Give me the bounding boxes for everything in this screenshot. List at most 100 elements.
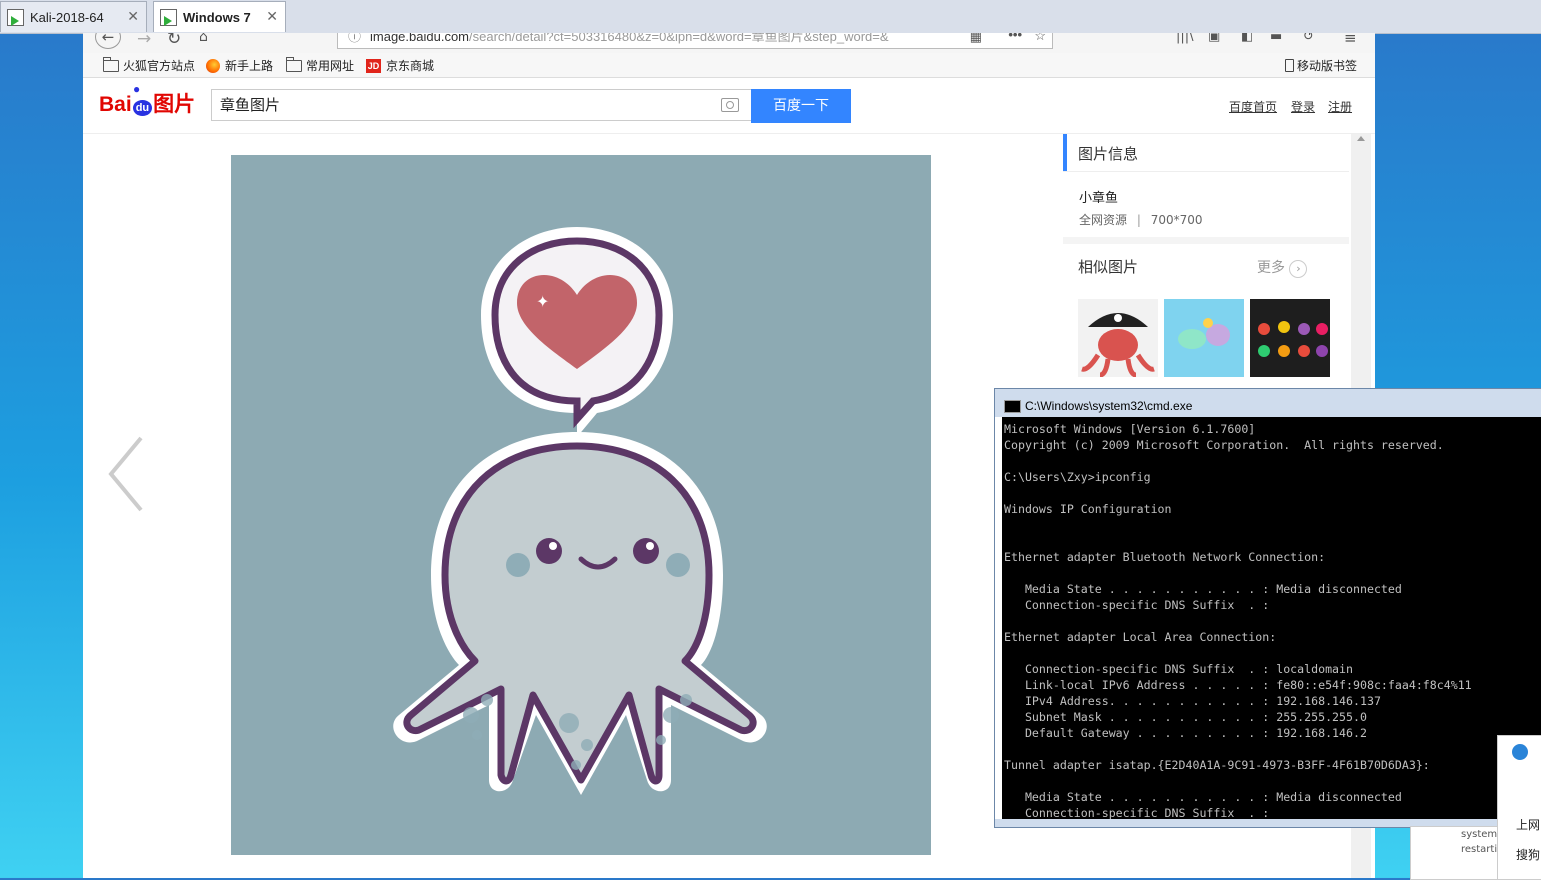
star-icon[interactable]: ☆	[1034, 33, 1046, 44]
paw-icon: ●	[133, 82, 141, 96]
bookmark-label: 京东商城	[386, 59, 435, 73]
console-line: IPv4 Address. . . . . . . . . . . : 192.…	[1004, 694, 1381, 708]
thumb-art	[1258, 321, 1328, 357]
console-output[interactable]: Microsoft Windows [Version 6.1.7600] Copy…	[1002, 417, 1541, 821]
more-label: 更多	[1257, 260, 1285, 276]
cmd-title: C:\Windows\system32\cmd.exe	[1025, 399, 1193, 413]
image-size: 700*700	[1150, 213, 1203, 227]
reload-button[interactable]: ↻	[167, 33, 181, 49]
console-line: Subnet Mask . . . . . . . . . . . : 255.…	[1004, 710, 1367, 724]
console-line: Link-local IPv6 Address . . . . . : fe80…	[1004, 678, 1472, 692]
bookmark-jd[interactable]: JD 京东商城	[366, 57, 434, 74]
navigation-toolbar: ← → ↻ ⌂ ⓘ image.baidu.com/search/detail?…	[83, 33, 1375, 53]
more-icon[interactable]: •••	[1008, 33, 1022, 43]
previous-image-arrow[interactable]	[105, 434, 147, 514]
login-link[interactable]: 登录	[1291, 98, 1315, 115]
vm-tab-kali[interactable]: Kali-2018-64 ✕	[0, 1, 147, 32]
scroll-up-icon[interactable]	[1357, 136, 1365, 141]
more-link[interactable]: 更多 ›	[1257, 257, 1308, 278]
baidu-header: Bai du 图片 ● 章鱼图片 百度一下 百度首页 登录 注册	[83, 78, 1375, 134]
mobile-bookmarks[interactable]: 移动版书签	[1285, 57, 1357, 74]
image-source: 全网资源	[1079, 213, 1128, 227]
forward-button[interactable]: →	[137, 33, 151, 49]
camera-icon[interactable]	[721, 98, 739, 112]
popup-text-2: 搜狗	[1516, 848, 1541, 862]
image-info-title: 图片信息	[1078, 145, 1139, 163]
firefox-icon	[206, 58, 220, 73]
url-bar[interactable]: ⓘ image.baidu.com/search/detail?ct=50331…	[337, 33, 1053, 49]
console-line: Media State . . . . . . . . . . . : Medi…	[1004, 582, 1402, 596]
mobile-bookmarks-label: 移动版书签	[1297, 59, 1358, 73]
chat-icon[interactable]: ▬	[1270, 33, 1282, 44]
bookmark-firefox-site[interactable]: 火狐官方站点	[103, 56, 196, 74]
qr-icon[interactable]: ▦	[970, 33, 982, 45]
search-input[interactable]: 章鱼图片	[211, 89, 752, 121]
image-viewer: ✦	[90, 134, 1056, 878]
bookmark-getting-started[interactable]: 新手上路	[206, 57, 273, 74]
search-query: 章鱼图片	[220, 96, 281, 114]
register-link[interactable]: 注册	[1328, 98, 1352, 115]
svg-text:✦: ✦	[536, 292, 549, 311]
sidebar-icon[interactable]: ▣	[1208, 33, 1220, 44]
image-info-panel: 图片信息 小章鱼 全网资源 | 700*700	[1063, 134, 1349, 237]
vm-tab-label: Windows 7	[183, 9, 251, 25]
close-icon[interactable]: ✕	[266, 9, 278, 25]
popup-text-restart: restarti	[1461, 844, 1498, 855]
vm-icon	[7, 8, 24, 26]
octopus-illustration: ✦	[393, 227, 767, 795]
search-button[interactable]: 百度一下	[751, 89, 851, 123]
home-icon[interactable]: ⌂	[199, 33, 208, 45]
folder-icon	[286, 56, 302, 72]
logo-du: du	[132, 100, 153, 116]
console-line: Default Gateway . . . . . . . . . : 192.…	[1004, 726, 1367, 740]
baidu-logo[interactable]: Bai du 图片 ●	[99, 82, 195, 118]
console-line: C:\Users\Zxy>ipconfig	[1004, 470, 1151, 484]
library-icon[interactable]: |||\	[1176, 33, 1194, 44]
baidu-home-link[interactable]: 百度首页	[1229, 98, 1277, 115]
back-button[interactable]: ←	[95, 33, 121, 49]
popup-text-system: system	[1461, 829, 1498, 840]
console-line: Copyright (c) 2009 Microsoft Corporation…	[1004, 438, 1444, 452]
extension-icon[interactable]: ◧	[1241, 33, 1253, 44]
url-host: image.baidu.com	[370, 33, 469, 44]
vm-tab-bar: Kali-2018-64 ✕ Windows 7 ✕	[0, 0, 1541, 34]
vm-tab-label: Kali-2018-64	[30, 9, 104, 25]
close-icon[interactable]: ✕	[127, 9, 139, 25]
console-line: Ethernet adapter Local Area Connection:	[1004, 630, 1277, 644]
cmd-icon	[1004, 400, 1021, 413]
cmd-titlebar[interactable]: C:\Windows\system32\cmd.exe	[995, 389, 1541, 417]
console-line: Media State . . . . . . . . . . . : Medi…	[1004, 790, 1402, 804]
similar-image-crochet-octopi[interactable]	[1250, 299, 1330, 377]
thumb-art	[1178, 318, 1230, 349]
cmd-window[interactable]: C:\Windows\system32\cmd.exe Microsoft Wi…	[994, 388, 1541, 828]
info-icon[interactable]: ⓘ	[348, 33, 361, 45]
console-line: Tunnel adapter isatap.{E2D40A1A-9C91-497…	[1004, 758, 1430, 772]
jd-icon: JD	[366, 58, 381, 73]
similar-image-jellyfish[interactable]	[1164, 299, 1244, 377]
sogou-popup[interactable]: 上网 搜狗	[1497, 735, 1541, 880]
menu-icon[interactable]: ≡	[1344, 33, 1357, 47]
bookmark-label: 火狐官方站点	[123, 59, 196, 73]
sogou-icon	[1512, 744, 1528, 760]
sync-icon[interactable]: ↺	[1303, 33, 1314, 44]
console-line: Connection-specific DNS Suffix . :	[1004, 598, 1270, 612]
url-path: /search/detail?ct=503316480&z=0&ipn=d&wo…	[469, 33, 889, 44]
similar-image-pirate-octopus[interactable]	[1078, 299, 1158, 378]
console-line: Windows IP Configuration	[1004, 502, 1172, 516]
image-name: 小章鱼	[1079, 191, 1119, 206]
main-image[interactable]: ✦	[231, 155, 931, 855]
phone-icon	[1285, 59, 1294, 72]
bookmark-common-sites[interactable]: 常用网址	[286, 56, 355, 74]
similar-images-title: 相似图片	[1078, 258, 1139, 276]
chevron-right-icon: ›	[1289, 260, 1308, 278]
vm-tab-windows7[interactable]: Windows 7 ✕	[153, 1, 286, 32]
bookmark-label: 常用网址	[306, 59, 355, 73]
